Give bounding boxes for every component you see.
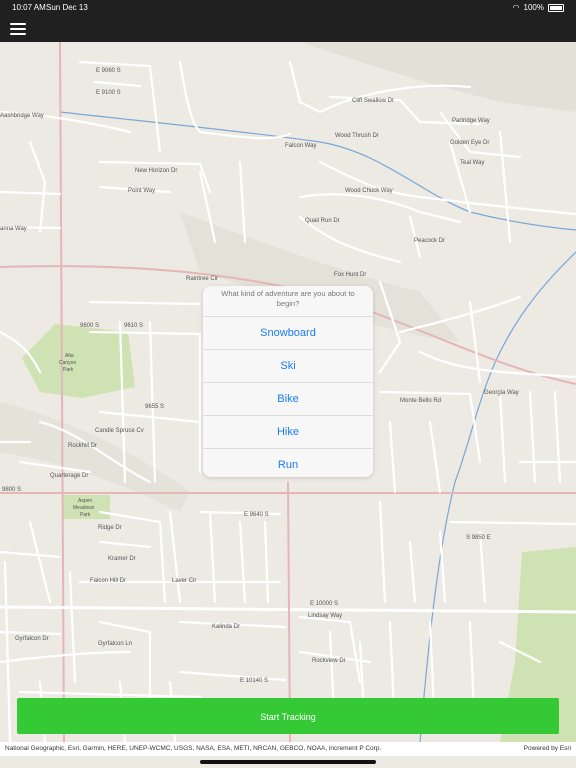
svg-text:Meadows: Meadows	[73, 505, 95, 511]
svg-text:Lindsay Way: Lindsay Way	[308, 613, 342, 619]
svg-text:Raintree Cir: Raintree Cir	[186, 276, 218, 282]
option-bike[interactable]: Bike	[203, 383, 373, 416]
svg-text:Aashbridge Way: Aashbridge Way	[0, 113, 44, 119]
navigation-bar	[0, 14, 576, 42]
option-hike[interactable]: Hike	[203, 416, 373, 449]
status-bar: 10:07 AM Sun Dec 13 ◠ 100%	[0, 0, 576, 14]
svg-text:Golden Eye Dr: Golden Eye Dr	[450, 140, 489, 146]
hamburger-menu-icon[interactable]	[10, 20, 26, 36]
wifi-icon: ◠	[512, 3, 520, 12]
svg-text:9600 S: 9600 S	[80, 323, 99, 329]
map-attribution: National Geographic, Esri, Garmin, HERE,…	[0, 742, 576, 756]
option-snowboard[interactable]: Snowboard	[203, 317, 373, 350]
adventure-picker-dialog: What kind of adventure are you about to …	[203, 286, 373, 477]
status-date: Sun Dec 13	[46, 3, 88, 12]
option-ski[interactable]: Ski	[203, 350, 373, 383]
svg-text:Monte Bello Rd: Monte Bello Rd	[400, 398, 441, 404]
svg-text:anna Way: anna Way	[0, 226, 27, 232]
svg-text:Teal Way: Teal Way	[460, 160, 484, 166]
svg-text:Rockview Dr: Rockview Dr	[312, 658, 346, 664]
svg-text:Kramer Dr: Kramer Dr	[108, 556, 136, 562]
svg-text:Partridge Way: Partridge Way	[452, 118, 490, 124]
svg-text:Candle Spruce Cv: Candle Spruce Cv	[95, 428, 144, 434]
svg-text:9610 S: 9610 S	[124, 323, 143, 329]
powered-by-esri[interactable]: Powered by Esri	[524, 745, 571, 752]
svg-text:Falcon Hill Dr: Falcon Hill Dr	[90, 578, 126, 584]
svg-text:Laver Cir: Laver Cir	[172, 578, 196, 584]
svg-text:Quarterage Dr: Quarterage Dr	[50, 473, 88, 479]
svg-text:Gyrfalcon Dr: Gyrfalcon Dr	[15, 636, 49, 642]
svg-text:E 9640 S: E 9640 S	[244, 512, 269, 518]
svg-text:New Horizon Dr: New Horizon Dr	[135, 168, 177, 174]
battery-percent: 100%	[523, 3, 544, 12]
option-run[interactable]: Run	[203, 449, 373, 477]
svg-text:E 9060 S: E 9060 S	[96, 68, 121, 74]
svg-text:Park: Park	[63, 367, 74, 373]
svg-text:E 10000 S: E 10000 S	[310, 601, 338, 607]
home-indicator	[200, 760, 376, 764]
svg-text:Wood Chuck Way: Wood Chuck Way	[345, 188, 393, 194]
svg-text:Peacock Dr: Peacock Dr	[414, 238, 445, 244]
svg-text:Kalinda Dr: Kalinda Dr	[212, 624, 240, 630]
dialog-prompt: What kind of adventure are you about to …	[203, 286, 373, 317]
svg-text:Wood Thrush Dr: Wood Thrush Dr	[335, 133, 379, 139]
svg-text:Ridge Dr: Ridge Dr	[98, 525, 122, 531]
svg-text:9800 S: 9800 S	[2, 487, 21, 493]
svg-text:Canyon: Canyon	[59, 360, 76, 366]
svg-text:Falcon Way: Falcon Way	[285, 143, 316, 149]
start-tracking-button[interactable]: Start Tracking	[17, 698, 559, 734]
svg-text:Quail Run Dr: Quail Run Dr	[305, 218, 340, 224]
svg-text:Rockhill Dr: Rockhill Dr	[68, 443, 97, 449]
svg-text:Alta: Alta	[65, 353, 74, 359]
battery-icon	[548, 3, 564, 12]
svg-text:E 9100 S: E 9100 S	[96, 90, 121, 96]
status-right: ◠ 100%	[513, 3, 564, 12]
svg-text:Park: Park	[80, 512, 91, 518]
svg-text:Aspen: Aspen	[78, 498, 92, 504]
attribution-credits: National Geographic, Esri, Garmin, HERE,…	[5, 745, 382, 752]
svg-text:Georgia Way: Georgia Way	[484, 390, 519, 396]
svg-text:9655 S: 9655 S	[145, 404, 164, 410]
svg-text:Point Way: Point Way	[128, 188, 155, 194]
svg-text:Gyrfalcon Ln: Gyrfalcon Ln	[98, 641, 132, 647]
svg-text:Fox Hunt Dr: Fox Hunt Dr	[334, 272, 366, 278]
svg-text:S 9850 E: S 9850 E	[466, 535, 491, 541]
status-time: 10:07 AM	[12, 3, 46, 12]
svg-text:Cliff Swallow Dr: Cliff Swallow Dr	[352, 98, 394, 104]
svg-text:E 10140 S: E 10140 S	[240, 678, 268, 684]
